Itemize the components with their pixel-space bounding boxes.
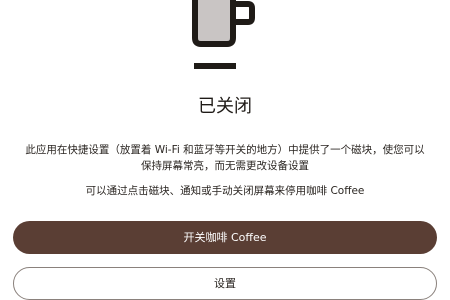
- toggle-coffee-button[interactable]: 开关咖啡 Coffee: [13, 221, 437, 254]
- coffee-cup-icon: [188, 0, 272, 72]
- description-text: 此应用在快捷设置（放置着 Wi-Fi 和蓝牙等开关的地方）中提供了一个磁块，使您…: [25, 144, 425, 172]
- status-title: 已关闭: [198, 96, 252, 117]
- hint-text: 可以通过点击磁块、通知或手动关闭屏幕来停用咖啡 Coffee: [85, 185, 365, 197]
- coffee-app-screen: 已关闭 此应用在快捷设置（放置着 Wi-Fi 和蓝牙等开关的地方）中提供了一个磁…: [0, 0, 450, 300]
- settings-button[interactable]: 设置: [13, 267, 437, 300]
